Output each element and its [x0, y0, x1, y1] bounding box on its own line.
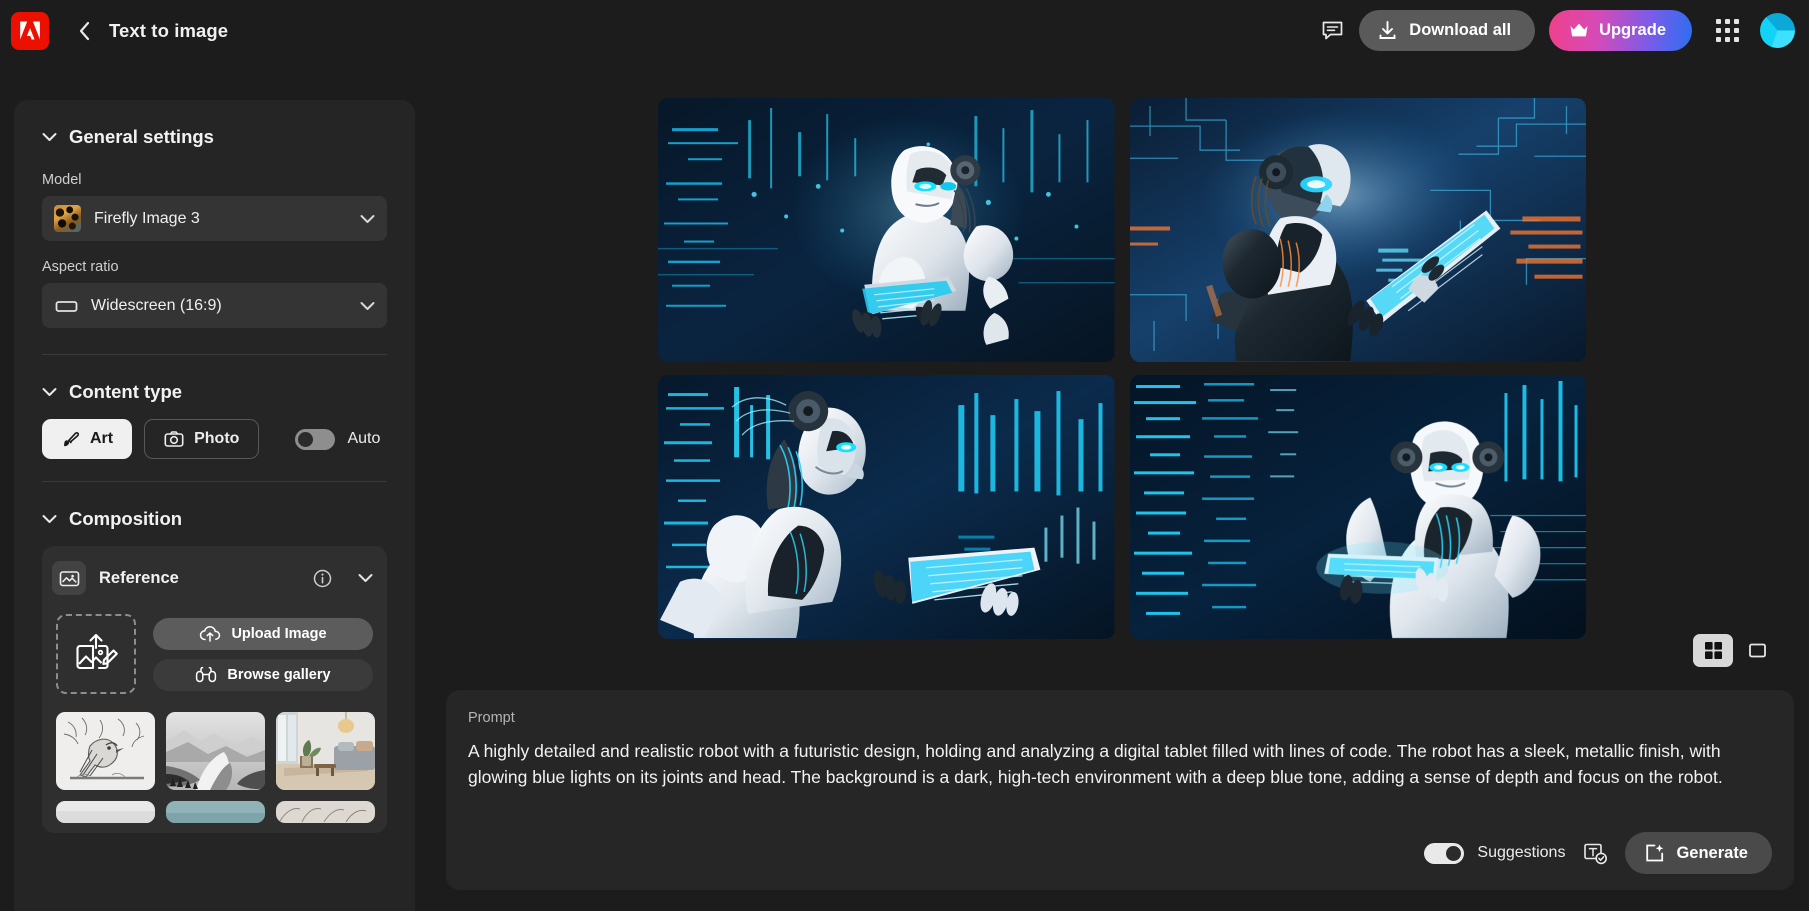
- reference-header[interactable]: Reference: [52, 556, 377, 600]
- model-label: Model: [42, 172, 82, 188]
- model-value: Firefly Image 3: [94, 209, 200, 227]
- aspect-ratio-label: Aspect ratio: [42, 259, 119, 275]
- chevron-down-icon: [360, 301, 375, 311]
- chevron-down-icon: [360, 214, 375, 224]
- generated-images-grid: [658, 98, 1586, 639]
- upload-image-placeholder-icon: [72, 632, 120, 676]
- chevron-down-icon: [42, 132, 57, 142]
- prompt-label: Prompt: [468, 710, 515, 726]
- grid-view-icon: [1704, 641, 1723, 660]
- avatar[interactable]: [1760, 13, 1795, 48]
- back-button[interactable]: [73, 20, 95, 42]
- sparkle-generate-icon: [1644, 843, 1665, 864]
- settings-sidebar: General settings Model Firefly Image 3 A…: [14, 100, 415, 911]
- chevron-down-icon[interactable]: [358, 573, 373, 583]
- auto-toggle[interactable]: [295, 428, 336, 450]
- art-brush-icon: [61, 430, 80, 449]
- content-type-photo-label: Photo: [194, 430, 240, 447]
- cloud-upload-icon: [199, 625, 221, 643]
- sketch-bird-thumbnail[interactable]: [56, 712, 155, 790]
- generated-image-4[interactable]: [1129, 375, 1586, 639]
- grid-view-button[interactable]: [1693, 634, 1733, 667]
- download-icon: [1377, 20, 1398, 41]
- suggestions-label: Suggestions: [1477, 844, 1566, 861]
- single-view-button[interactable]: [1737, 634, 1777, 667]
- general-settings-section: General settings Model Firefly Image 3 A…: [14, 100, 415, 355]
- light-thumbnail-partial[interactable]: [56, 801, 155, 823]
- download-all-button[interactable]: Download all: [1359, 10, 1536, 51]
- suggestions-toggle[interactable]: [1424, 842, 1465, 864]
- single-view-icon: [1748, 641, 1767, 660]
- leopard-thumbnail: [54, 205, 81, 232]
- general-settings-title: General settings: [69, 126, 214, 147]
- content-type-header[interactable]: Content type: [42, 355, 387, 417]
- browse-gallery-label: Browse gallery: [227, 666, 331, 683]
- prompt-actions: Suggestions Generate: [1424, 832, 1772, 874]
- gallery-thumbnails: [52, 706, 377, 823]
- image-reference-icon: [52, 561, 86, 595]
- top-bar: Text to image Download all Upgrade: [0, 0, 1809, 61]
- chevron-down-icon: [42, 387, 57, 397]
- upload-image-button[interactable]: Upload Image: [153, 617, 373, 650]
- content-type-options: Art Photo Auto: [42, 417, 387, 481]
- chevron-down-icon: [42, 514, 57, 524]
- composition-header[interactable]: Composition: [42, 482, 387, 544]
- generated-image-1[interactable]: [658, 98, 1115, 362]
- top-bar-actions: Download all Upgrade: [1313, 10, 1809, 51]
- composition-section: Composition Reference Upload Image Brows…: [14, 482, 415, 833]
- page-title: Text to image: [109, 19, 229, 41]
- upgrade-button[interactable]: Upgrade: [1549, 10, 1692, 51]
- generate-label: Generate: [1676, 843, 1748, 862]
- adobe-logo-icon[interactable]: [11, 11, 49, 50]
- reference-card: Reference Upload Image Browse gallery: [42, 546, 387, 833]
- reference-actions: Upload Image Browse gallery: [52, 600, 377, 706]
- grayscale-mountains-thumbnail[interactable]: [166, 712, 265, 790]
- generate-button[interactable]: Generate: [1625, 832, 1772, 874]
- content-type-section: Content type Art Photo Auto: [14, 355, 415, 482]
- crown-icon: [1569, 22, 1589, 39]
- content-type-art-button[interactable]: Art: [42, 419, 133, 459]
- auto-label: Auto: [347, 430, 381, 447]
- upload-image-label: Upload Image: [231, 625, 327, 642]
- download-all-label: Download all: [1409, 21, 1512, 39]
- content-type-art-label: Art: [90, 430, 114, 447]
- general-settings-header[interactable]: General settings: [42, 100, 387, 162]
- content-type-title: Content type: [69, 381, 183, 402]
- teal-thumbnail-partial[interactable]: [166, 801, 265, 823]
- reference-label: Reference: [99, 568, 179, 587]
- composition-title: Composition: [69, 508, 183, 529]
- generated-image-2[interactable]: [1129, 98, 1586, 362]
- texture-thumbnail-partial[interactable]: [276, 801, 375, 823]
- rectangle-widescreen-icon: [54, 294, 78, 318]
- prompt-panel: Prompt A highly detailed and realistic r…: [446, 690, 1794, 890]
- aspect-ratio-value: Widescreen (16:9): [91, 296, 222, 314]
- info-circle-icon[interactable]: [313, 569, 332, 588]
- aspect-ratio-select[interactable]: Widescreen (16:9): [42, 283, 387, 328]
- camera-icon: [164, 430, 184, 448]
- prompt-input[interactable]: A highly detailed and realistic robot wi…: [468, 738, 1772, 790]
- view-mode-toggle: [1693, 634, 1777, 667]
- text-check-icon[interactable]: [1580, 838, 1610, 868]
- apps-grid-icon[interactable]: [1710, 14, 1744, 48]
- binoculars-icon: [195, 666, 217, 683]
- living-room-thumbnail[interactable]: [276, 712, 375, 790]
- upgrade-label: Upgrade: [1599, 21, 1666, 39]
- image-dropzone[interactable]: [56, 614, 136, 694]
- generated-image-3[interactable]: [658, 375, 1115, 639]
- model-select[interactable]: Firefly Image 3: [42, 196, 387, 241]
- chat-bubble-icon[interactable]: [1313, 12, 1351, 50]
- browse-gallery-button[interactable]: Browse gallery: [153, 658, 373, 691]
- content-type-photo-button[interactable]: Photo: [144, 419, 260, 459]
